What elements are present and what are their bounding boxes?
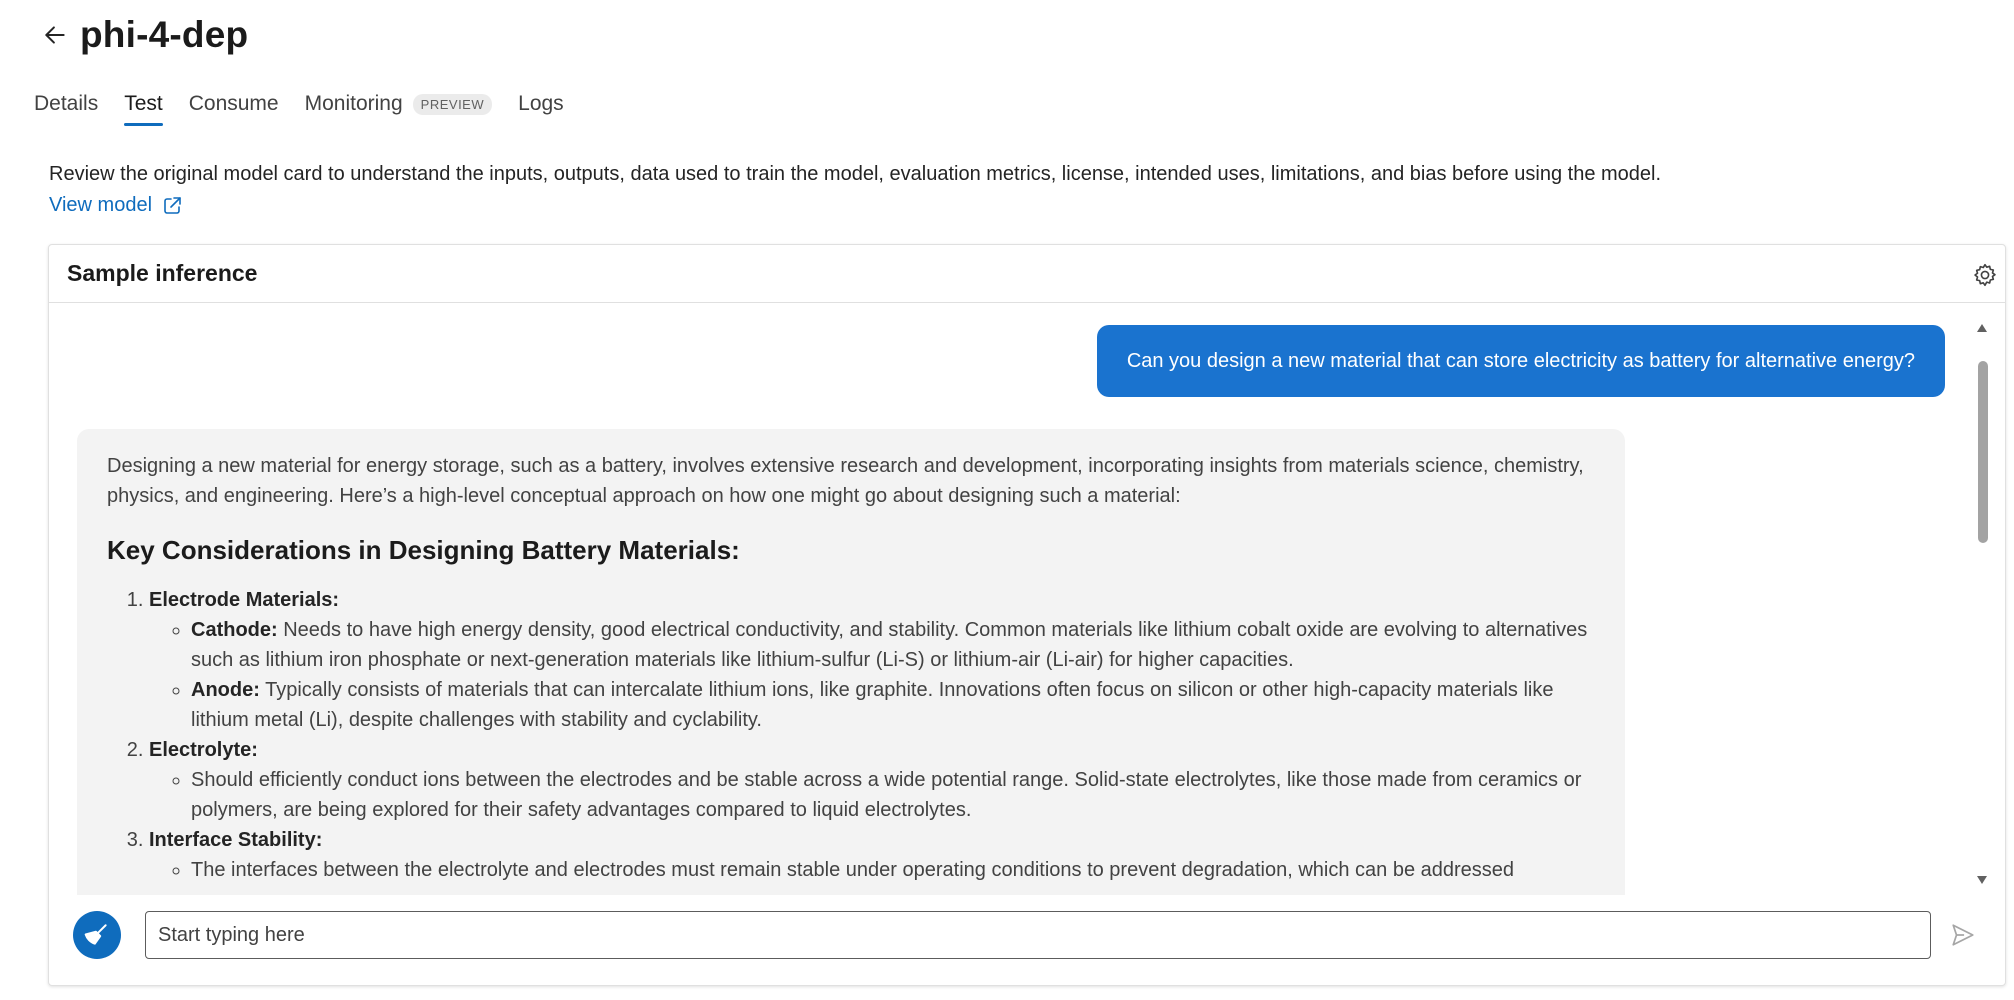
- tab-test[interactable]: Test: [124, 92, 163, 126]
- panel-title: Sample inference: [67, 260, 258, 286]
- arrow-left-icon: [45, 26, 65, 44]
- response-heading: Key Considerations in Designing Battery …: [107, 535, 740, 565]
- broom-icon: [84, 924, 107, 945]
- sub-list: Should efficiently conduct ions between …: [191, 765, 1595, 825]
- triangle-up-icon: [1977, 324, 1987, 332]
- send-icon: [1952, 924, 1974, 946]
- tab-logs[interactable]: Logs: [518, 92, 564, 126]
- page-header: phi-4-dep: [38, 14, 248, 56]
- list-item: Interface Stability: The interfaces betw…: [149, 825, 1595, 885]
- sub-list: The interfaces between the electrolyte a…: [191, 855, 1595, 885]
- settings-button[interactable]: [1971, 261, 1999, 289]
- sub-list-item: Cathode: Needs to have high energy densi…: [191, 615, 1595, 675]
- scroll-down-button[interactable]: [1975, 873, 1989, 887]
- tab-label: Monitoring: [304, 92, 403, 115]
- sub-item-text: Typically consists of materials that can…: [191, 679, 1554, 731]
- gear-icon: [1974, 263, 1996, 287]
- page-title: phi-4-dep: [80, 14, 249, 55]
- model-card-notice: Review the original model card to unders…: [49, 163, 1662, 185]
- sub-item-label: Anode:: [191, 679, 260, 701]
- list-item: Electrolyte: Should efficiently conduct …: [149, 735, 1595, 825]
- chat-input-row: [73, 909, 1983, 961]
- open-external-icon: [164, 196, 181, 214]
- tab-monitoring[interactable]: Monitoring PREVIEW: [305, 92, 493, 126]
- back-button[interactable]: [38, 18, 72, 52]
- list-item-title: Electrode Materials:: [149, 589, 340, 611]
- response-list: Electrode Materials: Cathode: Needs to h…: [149, 585, 1595, 885]
- tab-details[interactable]: Details: [34, 92, 98, 126]
- tab-label: Logs: [518, 92, 564, 115]
- chat-history[interactable]: Can you design a new material that can s…: [49, 303, 2007, 895]
- triangle-down-icon: [1977, 876, 1987, 884]
- sub-item-label: Cathode:: [191, 619, 278, 641]
- tab-consume[interactable]: Consume: [189, 92, 279, 126]
- clear-chat-button[interactable]: [73, 911, 121, 959]
- user-message-text: Can you design a new material that can s…: [1126, 349, 1915, 372]
- scroll-thumb[interactable]: [1978, 361, 1988, 543]
- panel-header: Sample inference: [49, 245, 2005, 303]
- chat-scrollbar[interactable]: [1975, 321, 1989, 887]
- view-model-link[interactable]: View model: [49, 194, 182, 217]
- list-item-title: Interface Stability:: [149, 829, 323, 851]
- sub-list-item: Anode: Typically consists of materials t…: [191, 675, 1595, 735]
- response-intro: Designing a new material for energy stor…: [107, 455, 1584, 507]
- sub-list-item: Should efficiently conduct ions between …: [191, 765, 1595, 825]
- send-button[interactable]: [1947, 919, 1979, 951]
- chat-input[interactable]: [145, 911, 1931, 959]
- tab-bar: Details Test Consume Monitoring PREVIEW …: [34, 92, 590, 126]
- tab-label: Test: [124, 92, 163, 115]
- view-model-label: View model: [49, 194, 153, 216]
- list-item-title: Electrolyte:: [149, 739, 258, 761]
- sub-item-text: Needs to have high energy density, good …: [191, 619, 1588, 671]
- list-item: Electrode Materials: Cathode: Needs to h…: [149, 585, 1595, 735]
- sub-list-item: The interfaces between the electrolyte a…: [191, 855, 1595, 885]
- tab-label: Details: [34, 92, 99, 115]
- sub-item-text: The interfaces between the electrolyte a…: [191, 859, 1515, 881]
- tab-label: Consume: [188, 92, 279, 115]
- sub-list: Cathode: Needs to have high energy densi…: [191, 615, 1595, 735]
- sub-item-text: Should efficiently conduct ions between …: [191, 769, 1582, 821]
- preview-badge: PREVIEW: [412, 93, 493, 115]
- scroll-up-button[interactable]: [1975, 321, 1989, 335]
- user-message: Can you design a new material that can s…: [1096, 325, 1945, 397]
- sample-inference-panel: Sample inference Can you design a new ma…: [48, 244, 2006, 986]
- assistant-message: Designing a new material for energy stor…: [77, 429, 1625, 895]
